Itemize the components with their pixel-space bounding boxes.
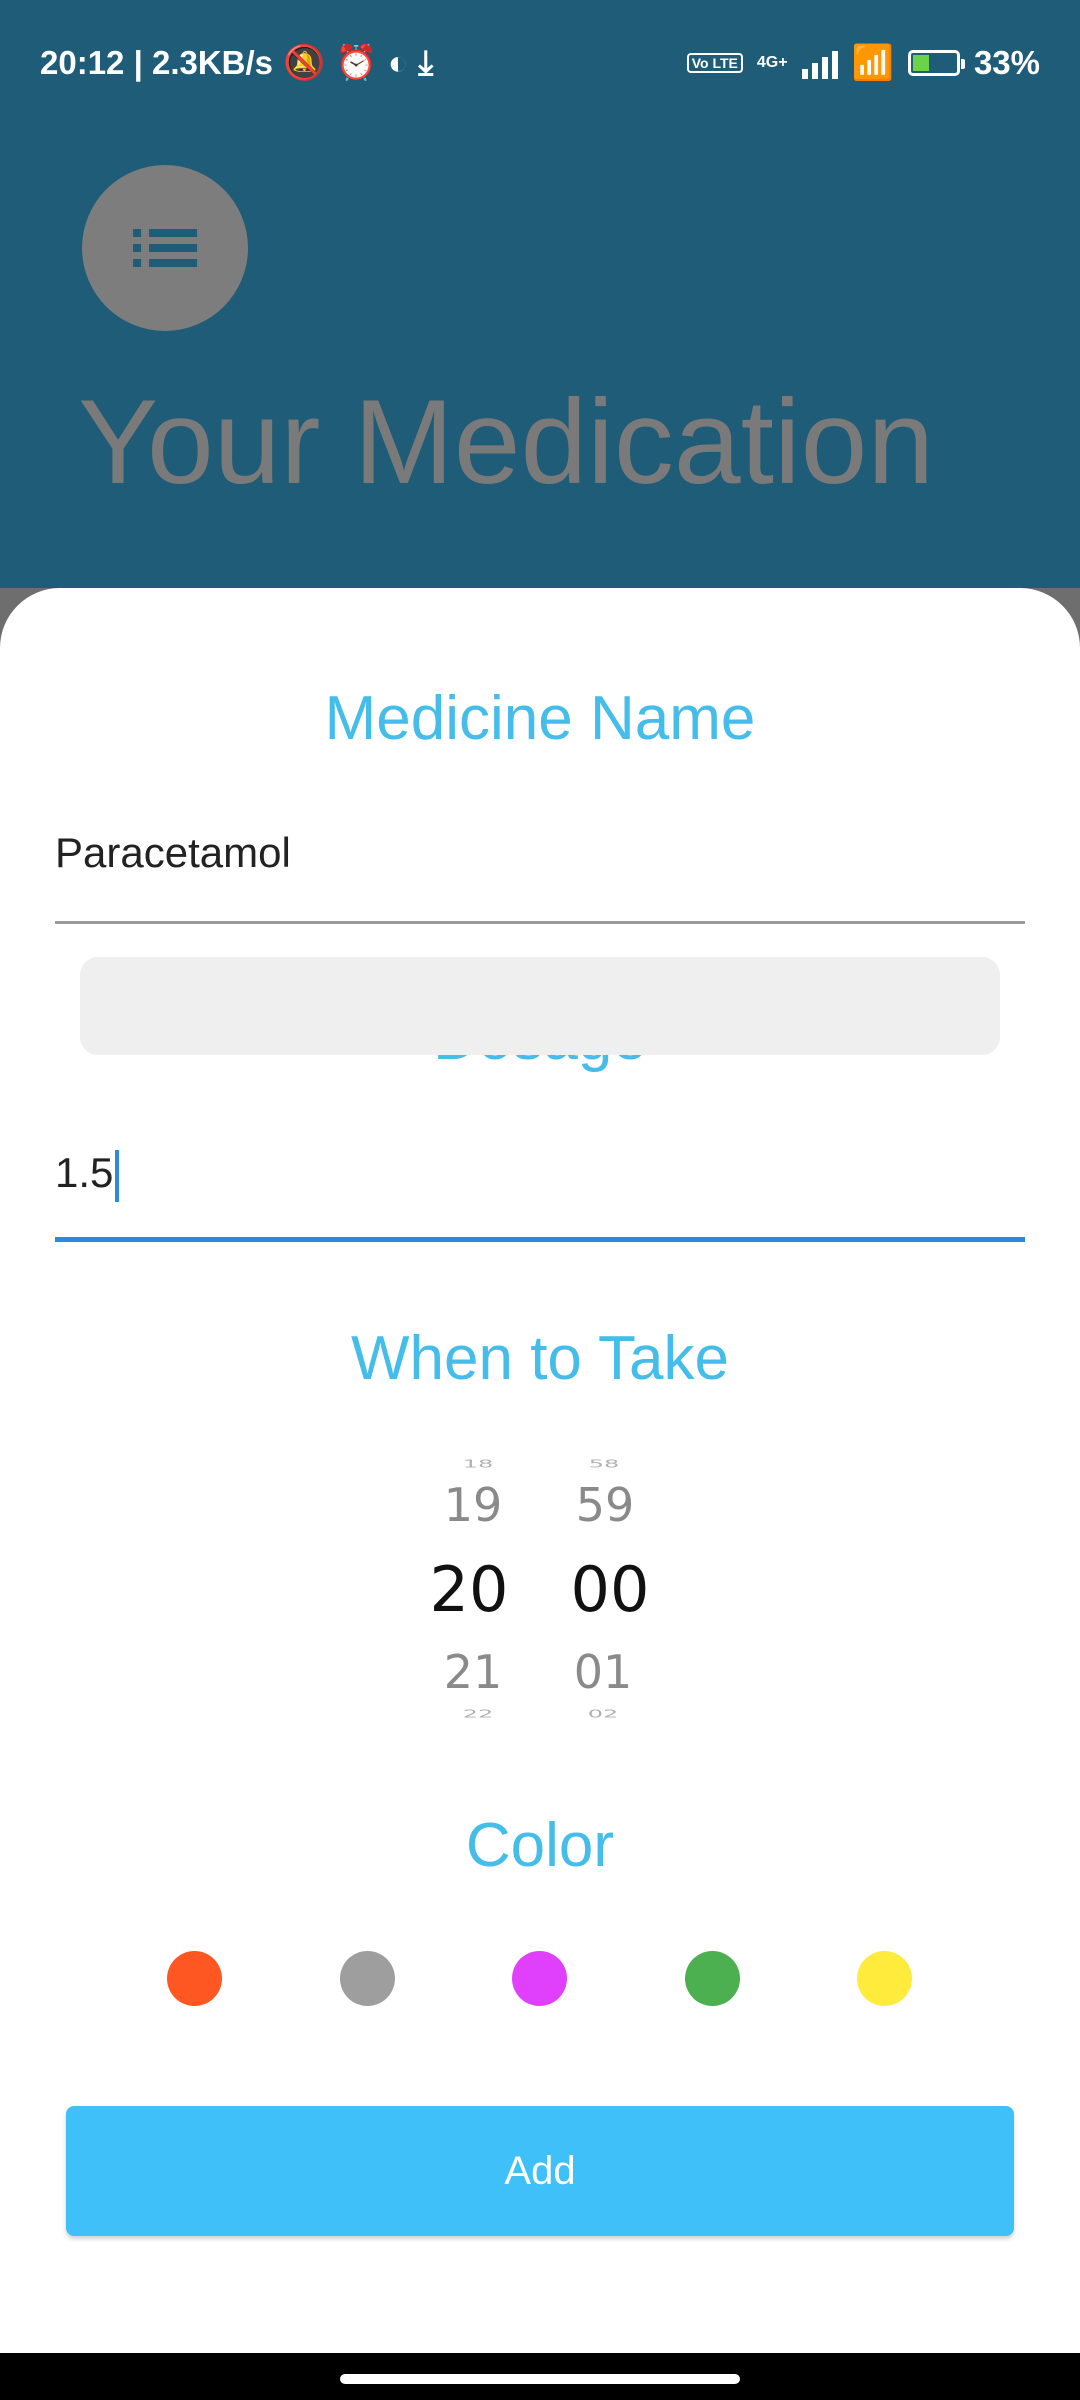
hour-option[interactable]: 19	[413, 1478, 533, 1532]
time-picker-selection	[80, 957, 1000, 1055]
minute-option[interactable]: 59	[545, 1478, 665, 1532]
dosage-value: 1.5	[55, 1149, 114, 1196]
app-notification-icon: ◐	[387, 44, 409, 82]
page-title: Your Medication	[78, 375, 935, 509]
color-swatch-yellow[interactable]	[857, 1951, 912, 2006]
color-swatch-grey[interactable]	[340, 1951, 395, 2006]
color-swatch-green[interactable]	[685, 1951, 740, 2006]
hour-option[interactable]: 21	[413, 1645, 533, 1699]
status-bar: 20:12 | 2.3KB/s 🔕 ⏰ ◐ ⤓ Vo LTE 4G+ 📶 33%	[0, 0, 1080, 130]
volte-icon: Vo LTE	[686, 53, 743, 73]
list-icon	[133, 222, 197, 274]
when-to-take-label: When to Take	[351, 1324, 729, 1393]
battery-percent: 33%	[973, 44, 1040, 81]
network-type: 4G+	[756, 54, 788, 71]
minute-option[interactable]: 02	[543, 1708, 663, 1721]
dosage-input[interactable]: 1.5	[55, 1143, 1025, 1203]
home-gesture-handle[interactable]	[340, 2374, 740, 2384]
download-icon: ⤓	[418, 44, 434, 82]
bell-off-icon: 🔕	[283, 44, 326, 82]
color-swatch-magenta[interactable]	[512, 1951, 567, 2006]
add-medication-sheet: Medicine Name Paracetamol Dosage 1.5 Whe…	[0, 588, 1080, 2353]
medicine-name-label: Medicine Name	[324, 684, 756, 753]
menu-button[interactable]	[82, 165, 248, 331]
wifi-icon: 📶	[851, 44, 894, 82]
signal-icon	[801, 47, 838, 79]
hour-selected[interactable]: 20	[409, 1553, 529, 1626]
medicine-name-input[interactable]: Paracetamol	[55, 823, 1025, 883]
dosage-underline	[55, 1237, 1025, 1242]
minute-selected[interactable]: 00	[550, 1553, 670, 1626]
medicine-name-underline	[55, 921, 1025, 924]
minute-option[interactable]: 58	[544, 1458, 664, 1471]
battery-icon	[907, 50, 965, 76]
hour-option[interactable]: 18	[418, 1458, 538, 1471]
color-swatch-orange[interactable]	[167, 1951, 222, 2006]
minute-option[interactable]: 01	[543, 1645, 663, 1699]
add-button[interactable]: Add	[66, 2106, 1014, 2236]
hour-option[interactable]: 22	[418, 1708, 538, 1721]
status-time: 20:12 | 2.3KB/s	[40, 44, 274, 81]
alarm-icon: ⏰	[335, 44, 378, 82]
color-label: Color	[465, 1811, 615, 1880]
text-cursor	[115, 1149, 120, 1202]
